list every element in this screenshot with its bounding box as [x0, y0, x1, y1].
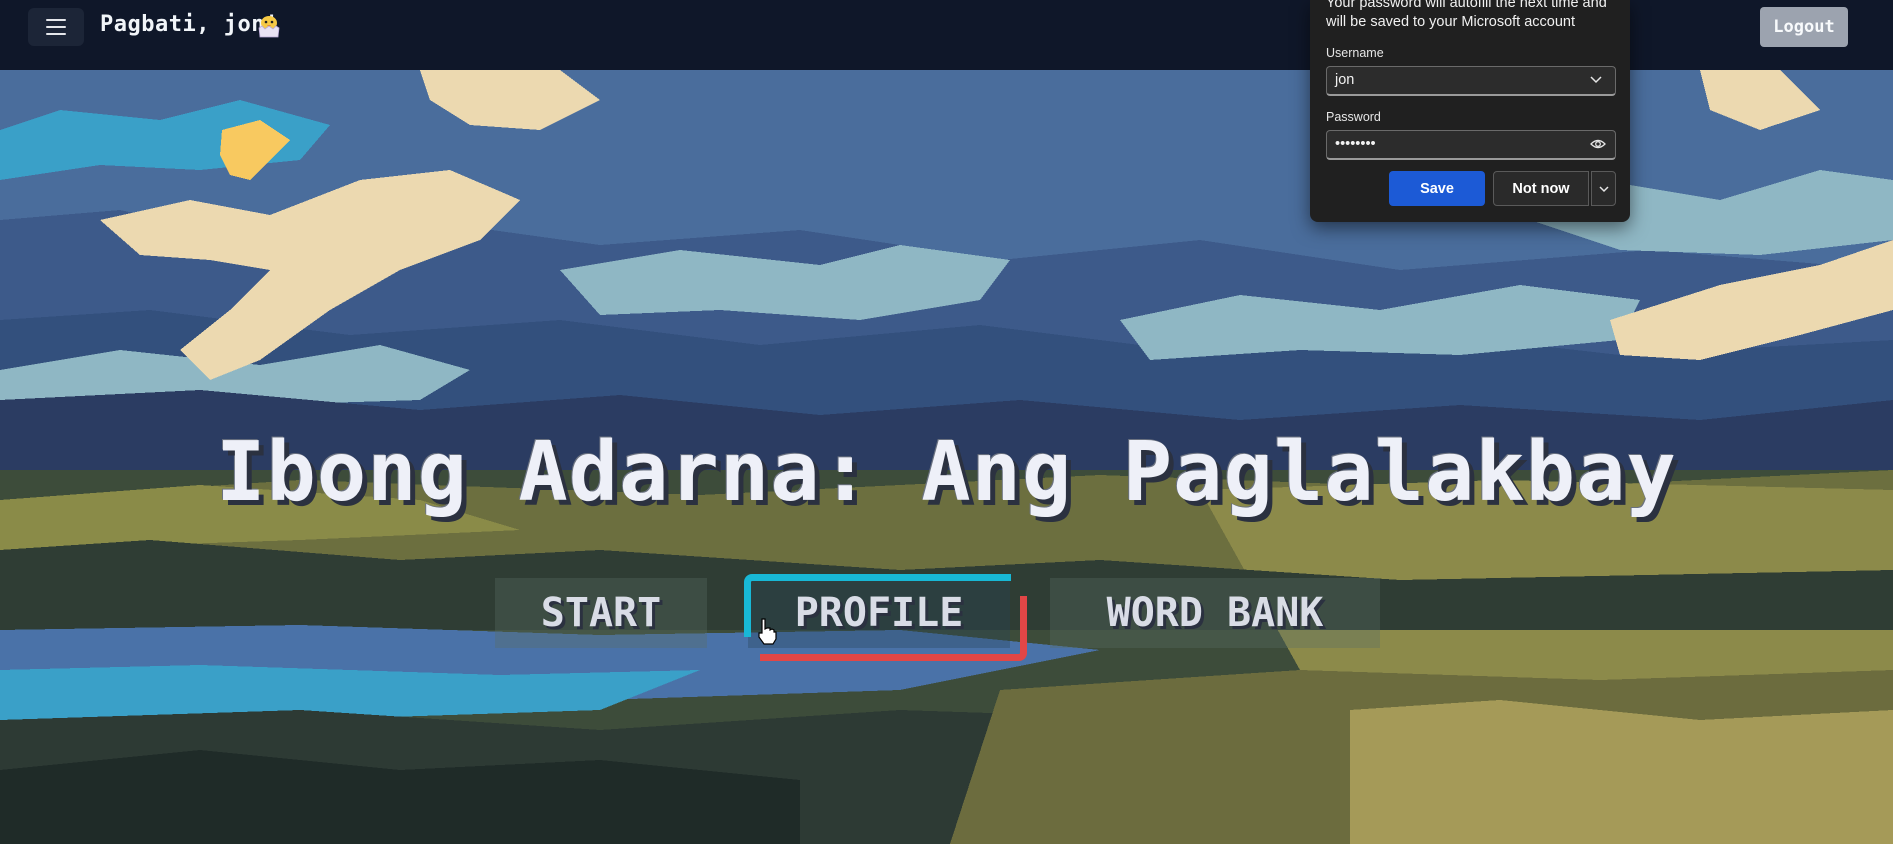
more-options-button[interactable] [1591, 171, 1616, 206]
password-save-prompt: Your password will autofill the next tim… [1310, 0, 1630, 222]
logout-button[interactable]: Logout [1760, 7, 1848, 47]
username-label: Username [1326, 46, 1384, 60]
word-bank-button[interactable]: WORD BANK [1050, 578, 1380, 648]
password-prompt-message: Your password will autofill the next tim… [1326, 0, 1607, 30]
password-label: Password [1326, 110, 1381, 124]
hamburger-menu-button[interactable] [28, 8, 84, 46]
show-password-eye-icon[interactable] [1589, 135, 1607, 153]
password-value: •••••••• [1335, 136, 1376, 152]
password-field[interactable]: •••••••• [1326, 130, 1616, 160]
username-field[interactable]: jon [1326, 66, 1616, 96]
chick-emoji-icon [258, 16, 280, 38]
start-button[interactable]: START [495, 578, 707, 648]
username-value: jon [1335, 72, 1355, 88]
chevron-down-icon[interactable] [1589, 72, 1603, 86]
profile-button[interactable]: PROFILE [744, 574, 1027, 661]
hamburger-menu-icon [46, 19, 66, 21]
chevron-down-icon [1598, 185, 1609, 192]
save-password-button[interactable]: Save [1389, 171, 1485, 206]
game-title: Ibong Adarna: Ang Paglalakbay [216, 425, 1677, 520]
hand-cursor-icon [758, 618, 777, 645]
greeting-text: Pagbati, jon! [100, 12, 279, 37]
not-now-button[interactable]: Not now [1493, 171, 1589, 206]
